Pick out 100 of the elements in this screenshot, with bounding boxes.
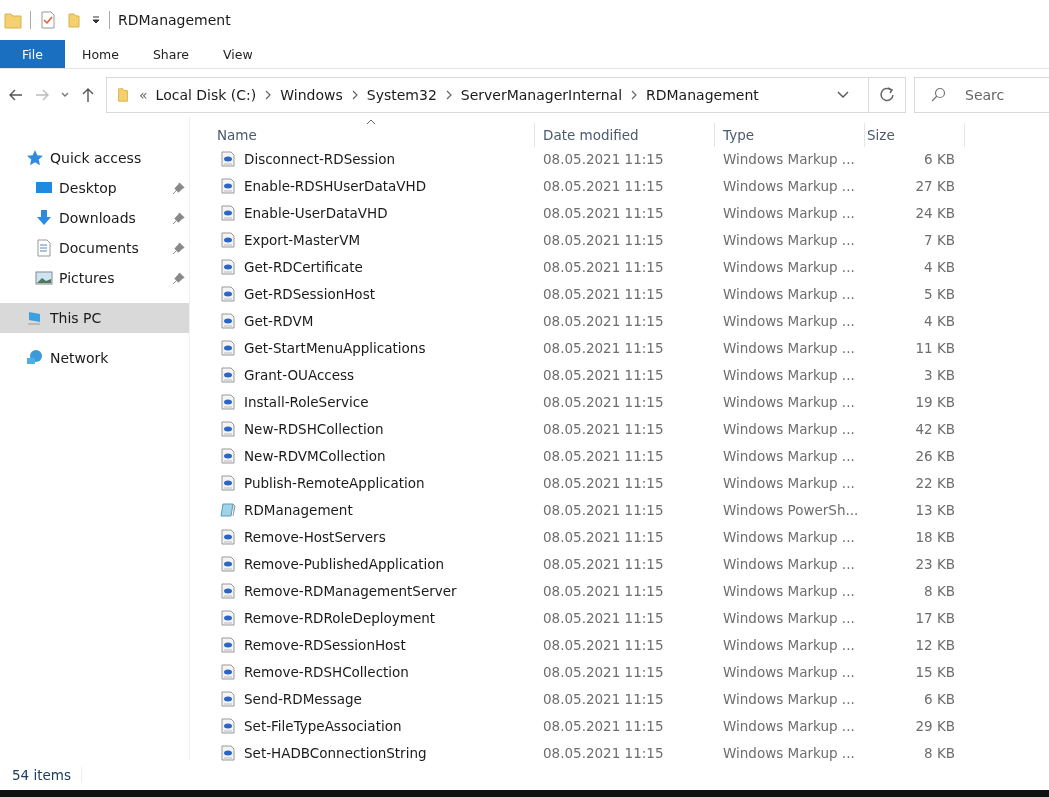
type-cell-text: Windows Markup ... — [722, 555, 856, 572]
item-count: 54 items — [12, 767, 82, 783]
date-cell-text: 08.05.2021 11:15 — [542, 663, 665, 680]
date-cell-text: 08.05.2021 11:15 — [542, 339, 665, 356]
overflow-chevron[interactable]: « — [139, 87, 148, 103]
date-cell-text: 08.05.2021 11:15 — [542, 285, 665, 302]
file-name[interactable]: Publish-RemoteApplication — [244, 474, 425, 491]
file-name[interactable]: Disconnect-RDSession — [244, 150, 396, 167]
size-cell-text: 23 KB — [914, 555, 955, 572]
size-cell-text: 8 KB — [923, 582, 955, 599]
type-cell-text: Windows Markup ... — [722, 582, 856, 599]
sidebar-item[interactable]: Downloads — [0, 203, 189, 233]
type-cell-text: Windows Markup ... — [722, 285, 856, 302]
type-cell-text: Windows Markup ... — [722, 663, 856, 680]
file-name[interactable]: Remove-RDSHCollection — [244, 663, 409, 680]
size-cell-text: 6 KB — [923, 150, 955, 167]
file-name[interactable]: Remove-PublishedApplication — [244, 555, 445, 572]
date-cell-text: 08.05.2021 11:15 — [542, 501, 665, 518]
file-name[interactable]: Get-RDVM — [244, 312, 314, 329]
file-name[interactable]: Remove-HostServers — [244, 528, 386, 545]
file-name[interactable]: Get-RDCertificate — [244, 258, 363, 275]
file-name[interactable]: Get-StartMenuApplications — [244, 339, 426, 356]
size-cell-text: 24 KB — [914, 204, 955, 221]
date-cell-text: 08.05.2021 11:15 — [542, 690, 665, 707]
file-name[interactable]: Export-MasterVM — [244, 231, 361, 248]
date-cell-text: 08.05.2021 11:15 — [542, 204, 665, 221]
date-cell-text: 08.05.2021 11:15 — [542, 420, 665, 437]
file-name[interactable]: Enable-UserDataVHD — [244, 204, 388, 221]
size-cell-text: 19 KB — [914, 393, 955, 410]
breadcrumb[interactable]: Local Disk (C:) — [155, 87, 257, 103]
sidebar-item[interactable]: This PC — [0, 303, 189, 333]
type-cell-text: Windows Markup ... — [722, 744, 856, 761]
type-cell-text: Windows Markup ... — [722, 420, 856, 437]
file-name[interactable]: Send-RDMessage — [244, 690, 362, 707]
date-cell-text: 08.05.2021 11:15 — [542, 447, 665, 464]
breadcrumb[interactable]: Windows — [280, 87, 343, 103]
size-cell-text: 7 KB — [923, 231, 955, 248]
date-cell-text: 08.05.2021 11:15 — [542, 258, 665, 275]
file-name[interactable]: Remove-RDRoleDeployment — [244, 609, 436, 626]
date-cell-text: 08.05.2021 11:15 — [542, 609, 665, 626]
breadcrumb[interactable]: RDManagement — [646, 87, 759, 103]
type-cell-text: Windows PowerSh... — [722, 501, 860, 518]
size-cell-text: 8 KB — [923, 744, 955, 761]
type-cell-text: Windows Markup ... — [722, 231, 856, 248]
window-title: RDManagement — [118, 12, 231, 28]
file-name[interactable]: New-RDSHCollection — [244, 420, 384, 437]
type-cell-text: Windows Markup ... — [722, 690, 856, 707]
file-name[interactable]: Get-RDSessionHost — [244, 285, 375, 302]
file-name[interactable]: Set-HADBConnectionString — [244, 744, 427, 761]
size-cell-text: 22 KB — [914, 474, 955, 491]
date-cell-text: 08.05.2021 11:15 — [542, 717, 665, 734]
size-cell-text: 29 KB — [914, 717, 955, 734]
sidebar-item[interactable]: Desktop — [0, 173, 189, 203]
date-cell-text: 08.05.2021 11:15 — [542, 150, 665, 167]
search-field[interactable]: Searc — [914, 77, 1049, 113]
type-cell-text: Windows Markup ... — [722, 447, 856, 464]
file-name[interactable]: RDManagement — [244, 501, 353, 518]
type-cell-text: Windows Markup ... — [722, 474, 856, 491]
breadcrumb[interactable]: System32 — [366, 87, 437, 103]
date-cell-text: 08.05.2021 11:15 — [542, 528, 665, 545]
type-cell-text: Windows Markup ... — [722, 150, 856, 167]
column-header[interactable]: Name — [215, 123, 535, 147]
file-name[interactable]: Remove-RDManagementServer — [244, 582, 457, 599]
type-cell-text: Windows Markup ... — [722, 204, 856, 221]
date-cell-text: 08.05.2021 11:15 — [542, 393, 665, 410]
size-cell-text: 3 KB — [923, 366, 955, 383]
size-cell-text: 4 KB — [923, 258, 955, 275]
address-bar[interactable]: « Local Disk (C:) Windows System32 ServerManagerInternal RDManagement — [106, 77, 906, 113]
column-header[interactable]: Size — [865, 123, 965, 147]
sidebar-item[interactable]: Network — [0, 343, 189, 373]
date-cell-text: 08.05.2021 11:15 — [542, 231, 665, 248]
type-cell-text: Windows Markup ... — [722, 393, 856, 410]
breadcrumb[interactable]: ServerManagerInternal — [460, 87, 623, 103]
type-cell-text: Windows Markup ... — [722, 609, 856, 626]
date-cell-text: 08.05.2021 11:15 — [542, 636, 665, 653]
type-cell-text: Windows Markup ... — [722, 312, 856, 329]
size-cell-text: 4 KB — [923, 312, 955, 329]
file-name[interactable]: Set-FileTypeAssociation — [244, 717, 402, 734]
size-cell-text: 13 KB — [914, 501, 955, 518]
ribbon-tab[interactable]: File — [0, 40, 65, 68]
date-cell-text: 08.05.2021 11:15 — [542, 582, 665, 599]
sidebar-item[interactable]: Pictures — [0, 263, 189, 293]
date-cell-text: 08.05.2021 11:15 — [542, 177, 665, 194]
sidebar-item[interactable]: Documents — [0, 233, 189, 263]
file-name[interactable]: Install-RoleService — [244, 393, 369, 410]
file-name[interactable]: Remove-RDSessionHost — [244, 636, 406, 653]
size-cell-text: 42 KB — [914, 420, 955, 437]
type-cell-text: Windows Markup ... — [722, 366, 856, 383]
file-name[interactable]: Grant-OUAccess — [244, 366, 355, 383]
size-cell-text: 17 KB — [914, 609, 955, 626]
sidebar-item[interactable]: Quick access — [0, 143, 189, 173]
date-cell-text: 08.05.2021 11:15 — [542, 555, 665, 572]
size-cell-text: 12 KB — [914, 636, 955, 653]
file-name[interactable]: New-RDVMCollection — [244, 447, 386, 464]
size-cell-text: 6 KB — [923, 690, 955, 707]
size-cell-text: 27 KB — [914, 177, 955, 194]
size-cell-text: 11 KB — [914, 339, 955, 356]
size-cell-text: 5 KB — [923, 285, 955, 302]
file-name[interactable]: Enable-RDSHUserDataVHD — [244, 177, 427, 194]
type-cell-text: Windows Markup ... — [722, 177, 856, 194]
